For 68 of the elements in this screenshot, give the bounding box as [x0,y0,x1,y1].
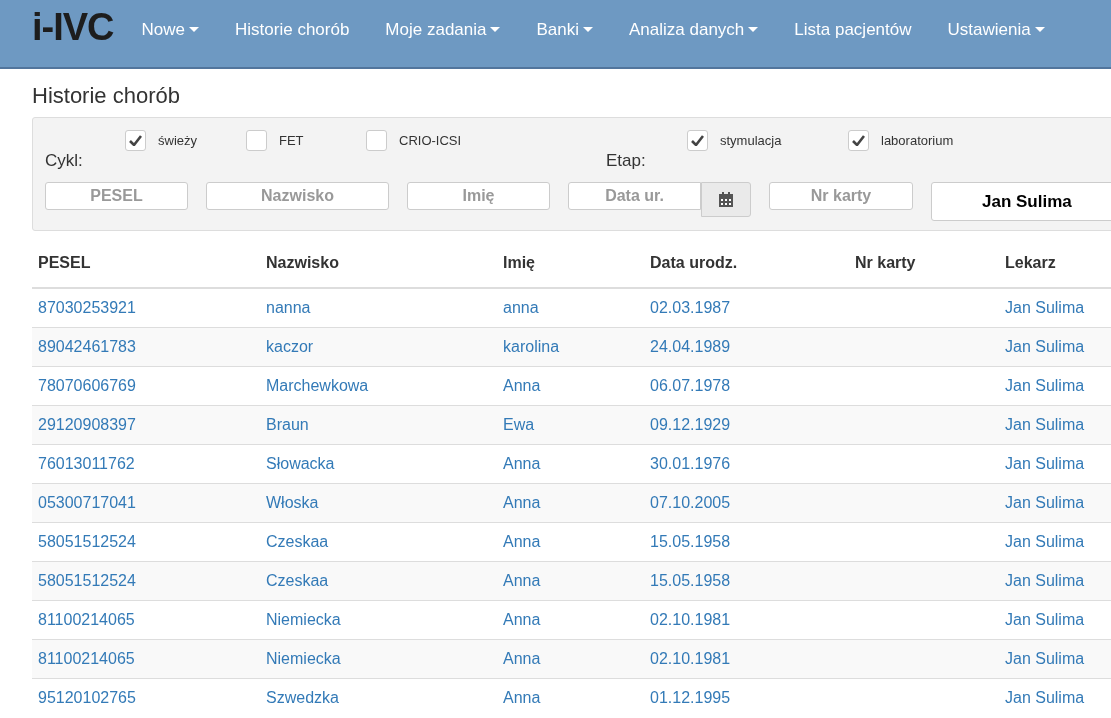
table-cell[interactable]: Jan Sulima [999,483,1111,523]
table-cell[interactable]: Anna [497,678,644,718]
table-cell[interactable]: Anna [497,561,644,601]
table-cell[interactable]: 07.10.2005 [644,483,849,523]
table-cell[interactable]: 09.12.1929 [644,405,849,445]
checkbox[interactable] [848,130,869,152]
table-cell[interactable]: Jan Sulima [999,639,1111,679]
table-cell[interactable]: Czeskaa [260,561,497,601]
table-cell[interactable]: 81100214065 [32,639,260,679]
table-cell[interactable]: Jan Sulima [999,405,1111,445]
nav-link[interactable]: Ustawienia [929,0,1063,60]
input-field[interactable]: Imię [407,182,550,211]
check-icon [691,135,704,147]
column-header[interactable]: Data urodz. [644,239,849,289]
input-field[interactable]: Data ur. [568,182,701,211]
checkbox[interactable] [125,130,146,152]
checkbox-label: stymulacja [720,132,782,151]
table-cell[interactable]: Ewa [497,405,644,445]
nav-link[interactable]: Historie chorób [217,0,368,60]
checkbox-label: laboratorium [881,132,954,151]
column-header[interactable]: Imię [497,239,644,289]
table-cell[interactable]: Jan Sulima [999,561,1111,601]
table-cell[interactable]: 05300717041 [32,483,260,523]
calendar-icon [718,191,734,208]
input-field[interactable]: PESEL [45,182,188,211]
table-cell[interactable]: 58051512524 [32,561,260,601]
table-cell[interactable]: Jan Sulima [999,678,1111,718]
checkbox-label: świeży [158,132,197,151]
column-header[interactable]: Nazwisko [260,239,497,289]
nav-link[interactable]: Moje zadania [367,0,519,60]
table-cell[interactable]: kaczor [260,327,497,367]
table-cell[interactable]: Anna [497,639,644,679]
table-cell[interactable]: 89042461783 [32,327,260,367]
table-cell[interactable]: 15.05.1958 [644,561,849,601]
nav-link[interactable]: Banki [518,0,611,60]
checkbox-label: FET [279,132,304,151]
group-label: Etap: [606,150,647,173]
table-cell[interactable]: 24.04.1989 [644,327,849,367]
page-title: Historie chorób [32,83,181,110]
check-icon [852,135,865,147]
table-cell[interactable]: 95120102765 [32,678,260,718]
column-header[interactable]: PESEL [32,239,260,289]
table-cell[interactable]: 29120908397 [32,405,260,445]
nav-link[interactable]: Nowe [123,0,218,60]
table-cell[interactable]: 02.10.1981 [644,639,849,679]
checkbox[interactable] [366,130,387,152]
table-cell[interactable]: 01.12.1995 [644,678,849,718]
table-cell[interactable]: Anna [497,483,644,523]
nav-link[interactable]: Analiza danych [611,0,777,60]
group-label: Cykl: [45,150,84,173]
logo[interactable]: i-IVC [32,8,114,46]
checkbox[interactable] [687,130,708,152]
check-icon [129,135,142,147]
table-cell[interactable]: Szwedzka [260,678,497,718]
table-cell[interactable]: Niemiecka [260,639,497,679]
table-cell[interactable]: Braun [260,405,497,445]
table-cell[interactable]: Jan Sulima [999,327,1111,367]
checkbox[interactable] [246,130,267,152]
nav-link[interactable]: Lista pacjentów [776,0,930,60]
column-header[interactable]: Nr karty [849,239,999,289]
table-cell[interactable]: karolina [497,327,644,367]
column-header[interactable]: Lekarz [999,239,1111,289]
input-field[interactable]: Nazwisko [206,182,389,211]
input-field[interactable]: Nr karty [769,182,913,211]
calendar-button[interactable] [701,182,751,218]
table-cell[interactable]: Włoska [260,483,497,523]
checkbox-label: CRIO-ICSI [399,132,462,151]
doctor-select[interactable]: Jan Sulima [931,182,1111,222]
